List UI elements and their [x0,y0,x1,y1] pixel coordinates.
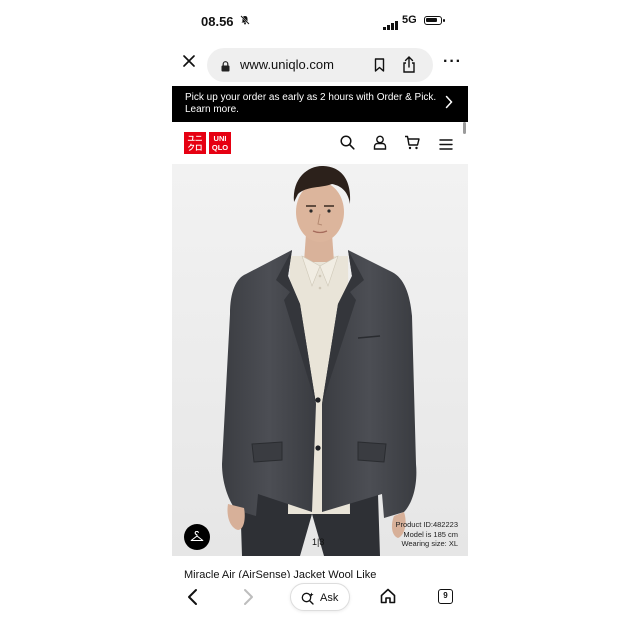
logo-text: QLO [211,143,229,152]
ask-search-icon [301,592,314,605]
search-icon[interactable] [340,135,355,155]
hanger-icon [190,531,204,542]
logo-text: クロ [187,143,203,152]
bookmark-icon[interactable] [374,58,385,77]
phone-screen: 08.56 5G www.uniqlo.com ··· Pick up your… [172,0,468,639]
logo-block-jp: ユニ クロ [184,132,206,154]
logo-text: UNI [213,134,227,143]
bell-off-icon [240,15,250,28]
browser-url-row: www.uniqlo.com ··· [172,44,468,84]
cart-icon[interactable] [404,135,420,155]
chevron-right-icon [445,95,453,114]
address-bar[interactable]: www.uniqlo.com [207,48,433,82]
close-icon[interactable] [180,54,198,72]
product-specs: Product ID:482223 Model is 185 cm Wearin… [395,520,458,549]
tabs-icon[interactable]: 9 [438,589,453,604]
site-header: ユニ クロ UNI QLO [172,122,468,164]
back-icon[interactable] [186,588,198,611]
ask-button[interactable]: Ask [290,583,350,611]
try-on-button[interactable] [184,524,210,550]
uniqlo-logo[interactable]: ユニ クロ UNI QLO [184,132,232,154]
more-icon[interactable]: ··· [443,54,462,70]
forward-icon[interactable] [243,588,255,611]
menu-icon[interactable] [439,137,453,155]
ask-label: Ask [320,592,339,604]
image-counter: 1|3 [312,537,325,547]
logo-text: ユニ [187,134,203,143]
product-id: Product ID:482223 [395,520,458,529]
share-icon[interactable] [402,56,416,78]
promo-banner[interactable]: Pick up your order as early as 2 hours w… [172,86,468,122]
signal-icon [383,17,399,35]
browser-toolbar: Ask 9 [172,578,468,618]
status-bar: 08.56 5G [172,8,468,36]
network-label: 5G [402,14,417,26]
model-height: Model is 185 cm [403,529,458,539]
url-text: www.uniqlo.com [240,57,334,72]
home-icon[interactable] [380,588,396,609]
status-time: 08.56 [201,14,234,29]
wearing-size: Wearing size: XL [401,539,458,548]
product-image[interactable]: 1|3 Product ID:482223 Model is 185 cm We… [172,164,468,556]
account-icon[interactable] [373,135,387,155]
lock-icon [221,59,230,77]
model-illustration [172,164,468,556]
page-scrollbar[interactable] [463,122,466,134]
logo-block-en: UNI QLO [209,132,231,154]
battery-icon [424,16,445,25]
promo-text: Pick up your order as early as 2 hours w… [185,92,437,115]
